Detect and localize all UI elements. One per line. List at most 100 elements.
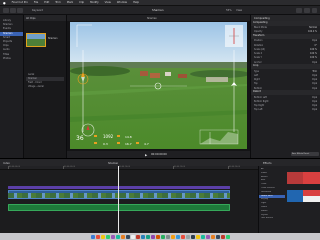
viewer: Shaman 36 1092 0.3 14.8 16.7 4.7 00:00:0…: [67, 15, 250, 158]
inspector-row-value[interactable]: 0 px: [312, 82, 317, 85]
titles-toggle-button[interactable]: [17, 8, 23, 13]
inspector-row-value[interactable]: 0 px: [312, 104, 317, 107]
inspector-row-value[interactable]: 0°: [315, 44, 318, 47]
dock-app-icon[interactable]: [90, 234, 95, 239]
menu-item-edit[interactable]: Edit: [44, 1, 49, 4]
ruler-tick: 00:00:20:00: [228, 166, 240, 169]
clip-browser: All Clips Shaman Aerial Shaman Field - Clo…: [24, 15, 67, 158]
inspector-row-value[interactable]: 0 px: [312, 96, 317, 99]
inspector-row-value[interactable]: 100 %: [310, 48, 317, 51]
inspector-row-value[interactable]: 0 px: [312, 100, 317, 103]
inspector-row-value[interactable]: 0 px: [312, 108, 317, 111]
save-effects-preset-button[interactable]: Save Effects Preset: [291, 152, 319, 156]
settings-button[interactable]: [312, 8, 317, 13]
dock-app-icon[interactable]: [155, 234, 160, 239]
viewer-transport-bar: 00:00:00:00 ▶: [67, 151, 250, 158]
inspector-row-value[interactable]: 0 px: [312, 87, 317, 90]
hud-stat-2: 14.8: [125, 135, 132, 139]
effect-thumbnail-4[interactable]: [303, 190, 320, 202]
effect-thumbnail-2[interactable]: [303, 172, 320, 184]
dock-app-icon[interactable]: [215, 234, 220, 239]
dock-app-icon[interactable]: [170, 234, 175, 239]
zoom-menu[interactable]: 55%: [226, 9, 232, 12]
inspector-toggle-button[interactable]: [296, 8, 302, 13]
dock-app-icon[interactable]: [105, 234, 110, 239]
dock-app-icon[interactable]: [100, 234, 105, 239]
dock: [0, 233, 320, 240]
inspector-row-value[interactable]: 100.0 %: [308, 30, 317, 33]
effect-thumbnail-3[interactable]: [287, 190, 304, 202]
apple-menu-icon[interactable]: ●: [3, 1, 6, 5]
menu-item-file[interactable]: File: [34, 1, 38, 4]
dock-app-icon[interactable]: [205, 234, 210, 239]
video-frame[interactable]: 36 1092 0.3 14.8 16.7 4.7: [70, 22, 247, 149]
library-toggle-button[interactable]: [3, 8, 9, 13]
view-menu[interactable]: View: [236, 9, 242, 12]
menu-item-modify[interactable]: Modify: [90, 1, 99, 4]
dock-app-icon[interactable]: [110, 234, 115, 239]
dock-app-icon[interactable]: [220, 234, 225, 239]
dock-app-icon[interactable]: [130, 234, 135, 239]
menu-item-help[interactable]: Help: [133, 1, 139, 4]
playhead[interactable]: [118, 166, 119, 233]
timeline[interactable]: 00:00:00:00 00:00:05:00 00:00:10:00 00:00:1…: [0, 166, 258, 233]
timeline-ruler[interactable]: 00:00:00:00 00:00:05:00 00:00:10:00 00:00:1…: [0, 166, 258, 170]
effect-thumbnail-1[interactable]: [287, 172, 304, 184]
inspector-row-label: Scale (All): [254, 47, 265, 51]
effects-category-item[interactable]: Text Effects: [259, 217, 285, 221]
photos-toggle-button[interactable]: [10, 8, 16, 13]
inspector-row-value[interactable]: 100 %: [310, 52, 317, 55]
inspector-row-label: Scale Y: [254, 56, 262, 60]
menu-item-clip[interactable]: Clip: [79, 1, 84, 4]
menu-item-view[interactable]: View: [105, 1, 111, 4]
inspector-row-value[interactable]: 0 px: [312, 78, 317, 81]
library-item[interactable]: Photos: [0, 57, 23, 61]
inspector-row-value[interactable]: 0 px: [312, 39, 317, 42]
dock-app-icon[interactable]: [175, 234, 180, 239]
index-button[interactable]: Index: [3, 162, 10, 165]
menu-item-mark[interactable]: Mark: [67, 1, 73, 4]
clip-thumbnail[interactable]: [26, 33, 46, 47]
inspector-row-label: Top Left: [254, 108, 263, 112]
dock-app-icon[interactable]: [195, 234, 200, 239]
connected-effect-clip[interactable]: [8, 186, 230, 189]
ruler-tick-label: 00:00:05:00: [64, 166, 75, 168]
dock-app-icon[interactable]: [115, 234, 120, 239]
menu-item-trim[interactable]: Trim: [55, 1, 61, 4]
dock-app-icon[interactable]: [95, 234, 100, 239]
inspector-row-label: Bottom Right: [254, 99, 269, 103]
browser-header: All Clips: [24, 15, 66, 21]
inspector-row-value[interactable]: 0 px: [312, 74, 317, 77]
dock-app-icon[interactable]: [185, 234, 190, 239]
dock-app-icon[interactable]: [140, 234, 145, 239]
play-button[interactable]: ▶: [145, 153, 147, 157]
timeline-toolbar: Index Shaman Effects: [0, 158, 320, 166]
dock-app-icon[interactable]: [225, 234, 230, 239]
dock-app-icon[interactable]: [125, 234, 130, 239]
dock-app-icon[interactable]: [190, 234, 195, 239]
inspector-row-label: Opacity: [254, 30, 263, 34]
inspector-row-value[interactable]: 100 %: [310, 56, 317, 59]
dock-app-icon[interactable]: [160, 234, 165, 239]
inspector-row-value[interactable]: 0 px: [312, 61, 317, 64]
effects-browser-title: Effects: [263, 161, 272, 165]
dock-app-icon[interactable]: [145, 234, 150, 239]
dock-app-icon[interactable]: [200, 234, 205, 239]
aerial-video-image: 36 1092 0.3 14.8 16.7 4.7: [70, 22, 247, 149]
inspector-row-value[interactable]: Normal: [309, 26, 317, 29]
inspector-row-label: Bottom Left: [254, 95, 267, 99]
inspector-panel: Compositing Compositing Blend Mode Normal O…: [250, 15, 320, 158]
dock-app-icon[interactable]: [150, 234, 155, 239]
audio-clip[interactable]: [8, 204, 230, 211]
keyword-item[interactable]: Village - Aerial: [26, 85, 64, 89]
menu-item-window[interactable]: Window: [117, 1, 127, 4]
dock-app-icon[interactable]: [180, 234, 185, 239]
dock-app-icon[interactable]: [120, 234, 125, 239]
dock-app-icon[interactable]: [135, 234, 140, 239]
hud-stat-3: 16.7: [125, 142, 132, 146]
dock-app-icon[interactable]: [210, 234, 215, 239]
dock-app-icon[interactable]: [165, 234, 170, 239]
menu-item-app[interactable]: Final Cut Pro: [12, 1, 28, 4]
share-button[interactable]: [304, 8, 310, 13]
inspector-row-value[interactable]: Trim: [312, 70, 317, 73]
